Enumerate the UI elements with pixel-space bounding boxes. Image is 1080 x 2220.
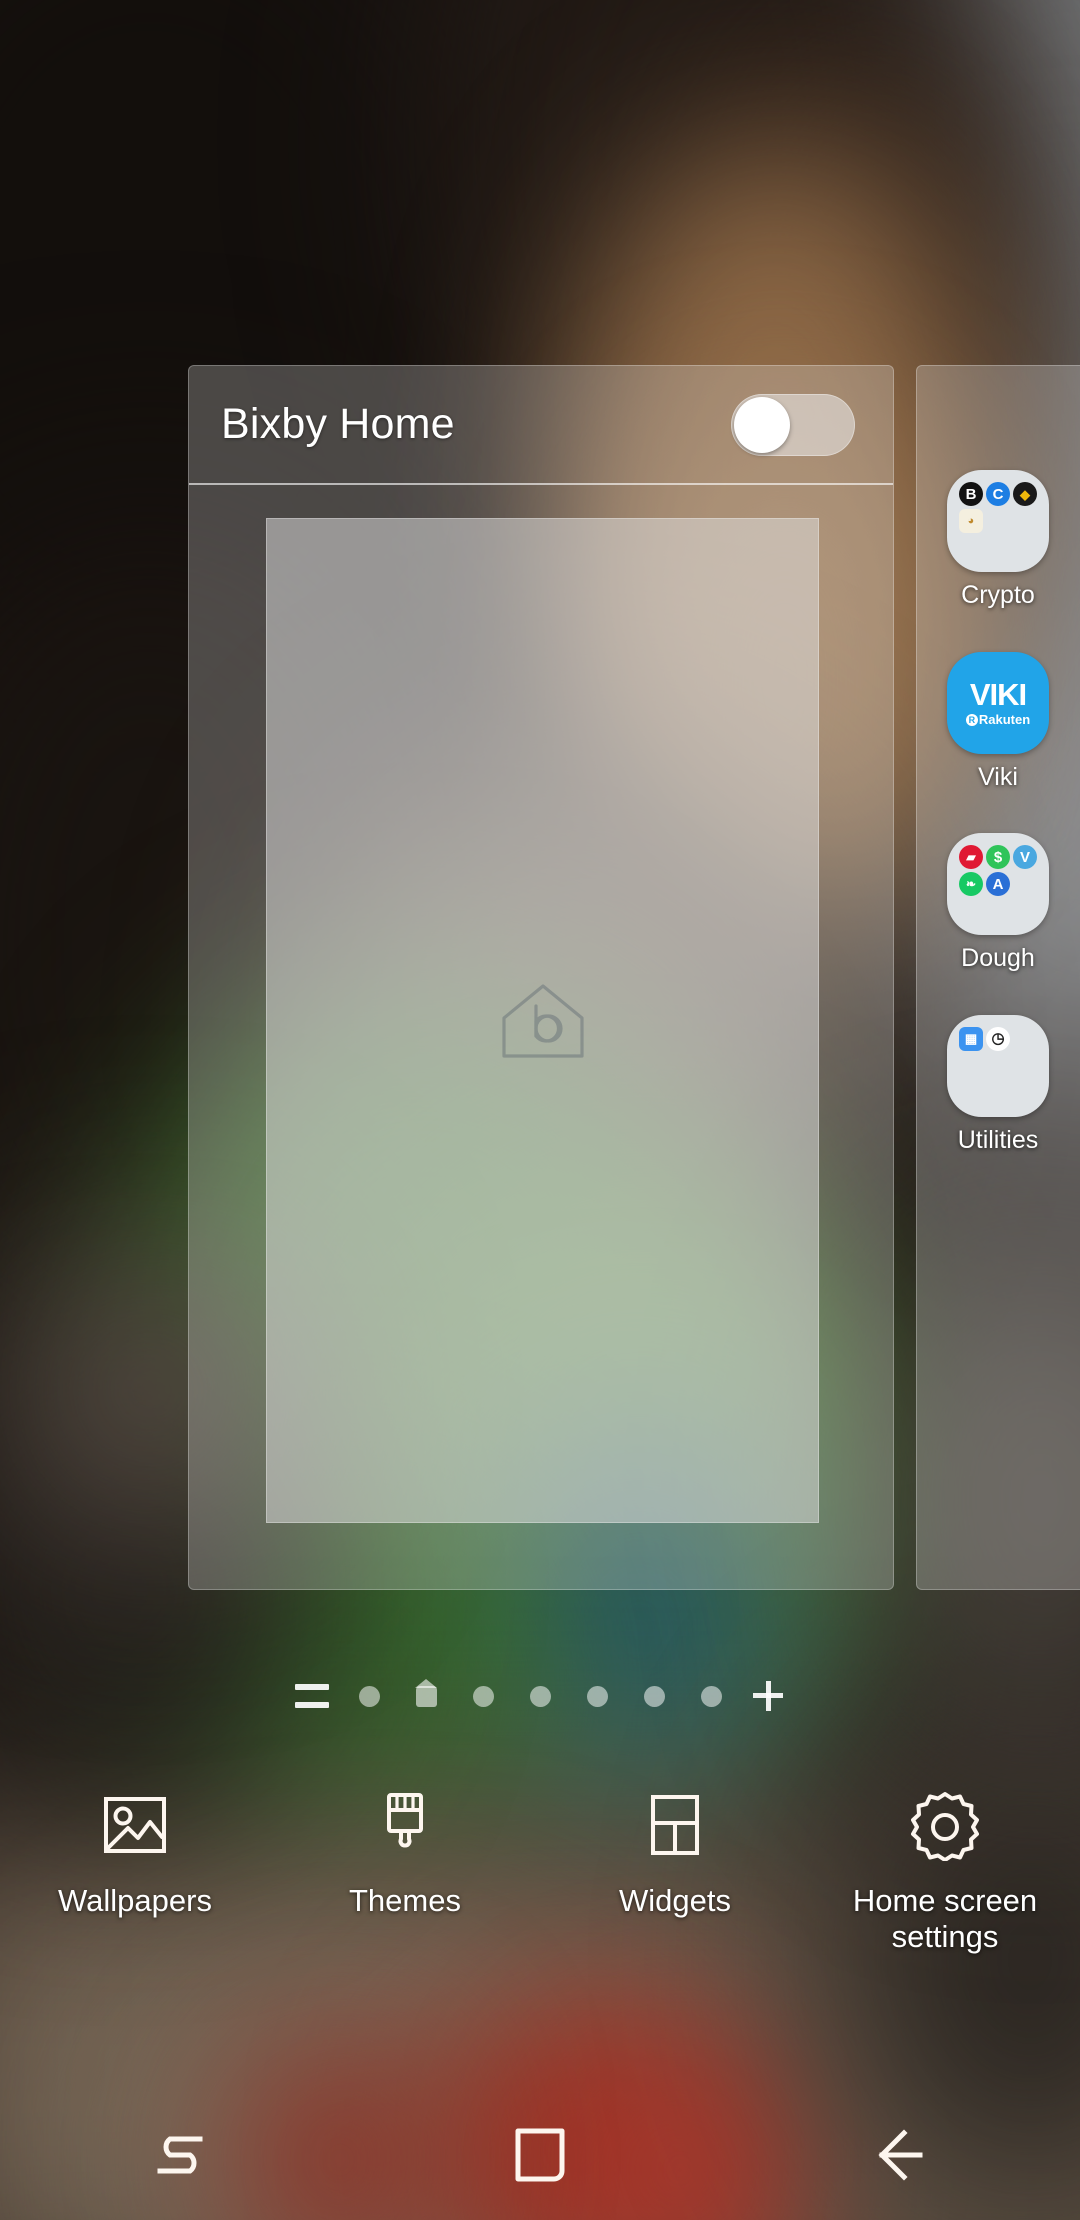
bixby-home-toggle[interactable] (731, 393, 855, 456)
viki-submark: R Rakuten (965, 712, 1031, 727)
gear-icon (909, 1789, 981, 1861)
toggle-knob (734, 396, 790, 453)
home-button[interactable] (360, 2090, 720, 2220)
viki-icon[interactable]: VIKI R Rakuten (947, 651, 1049, 754)
app-item-dough[interactable]: ▰ $ V ❧ A Dough (916, 833, 1080, 973)
blockfolio-icon: B (959, 482, 983, 506)
page-dot-3[interactable] (455, 1672, 512, 1720)
clock-icon: ◷ (986, 1026, 1010, 1051)
image-icon (99, 1789, 171, 1861)
page-dot-5[interactable] (569, 1672, 626, 1720)
back-arrow-icon (878, 2129, 923, 2181)
themes-label: Themes (349, 1883, 461, 1918)
widgets-grid-icon (639, 1789, 711, 1861)
recents-button[interactable] (0, 2090, 360, 2220)
add-page-button[interactable] (740, 1672, 797, 1720)
app-label-utilities: Utilities (957, 1125, 1039, 1154)
bixby-home-preview-card[interactable] (266, 518, 819, 1523)
app-label-crypto: Crypto (961, 581, 1035, 609)
bank-of-america-icon: ▰ (959, 845, 983, 869)
home-edit-toolbar: Wallpapers Themes Widgets Home screen se… (0, 1785, 1080, 2000)
page-dot-1[interactable] (341, 1672, 398, 1720)
cash-app-icon: $ (986, 845, 1010, 869)
folder-utilities-icon[interactable]: ▦ ◷ (947, 1014, 1049, 1117)
viki-wordmark: VIKI (969, 677, 1027, 712)
home-screen-app-column: B C ◆ ◕ Crypto VIKI R Rakuten Viki ▰ $ V… (916, 470, 1080, 1196)
home-screen-settings-label: Home screen settings (852, 1883, 1038, 1954)
wallpapers-label: Wallpapers (58, 1883, 212, 1918)
folder-crypto-icon[interactable]: B C ◆ ◕ (947, 470, 1049, 572)
bixby-page-indicator[interactable] (284, 1672, 341, 1720)
home-square-icon (515, 2128, 565, 2182)
page-dot-6[interactable] (626, 1672, 683, 1720)
venmo-icon: V (1013, 845, 1037, 869)
folder-dough-icon[interactable]: ▰ $ V ❧ A (947, 833, 1049, 935)
page-indicator-row (0, 1672, 1080, 1720)
calculator-icon: ▦ (959, 1026, 983, 1051)
app-item-crypto[interactable]: B C ◆ ◕ Crypto (916, 470, 1080, 610)
app-label-dough: Dough (961, 944, 1035, 972)
page-dot-home[interactable] (398, 1672, 455, 1720)
bixby-home-title: Bixby Home (221, 400, 455, 448)
acorns-icon: A (986, 872, 1010, 896)
widgets-label: Widgets (619, 1883, 731, 1918)
paintbrush-icon (369, 1789, 441, 1861)
app-label-viki: Viki (978, 762, 1018, 791)
bixby-home-placeholder-icon (501, 983, 584, 1058)
home-screen-settings-button[interactable]: Home screen settings (810, 1785, 1080, 2000)
crypto-app-icon: ◕ (959, 509, 983, 533)
bixby-home-panel[interactable]: Bixby Home (188, 365, 894, 1590)
robinhood-icon: ❧ (959, 872, 983, 896)
back-button[interactable] (720, 2090, 1080, 2220)
coinbase-icon: C (986, 482, 1010, 506)
viki-r-badge: R (965, 713, 978, 726)
bixby-home-header: Bixby Home (189, 366, 893, 485)
wallpapers-button[interactable]: Wallpapers (0, 1785, 270, 2000)
app-item-utilities[interactable]: ▦ ◷ Utilities (916, 1014, 1080, 1155)
viki-rakuten-text: Rakuten (978, 712, 1031, 727)
binance-icon: ◆ (1013, 482, 1037, 506)
system-navigation-bar (0, 2090, 1080, 2220)
page-dot-4[interactable] (512, 1672, 569, 1720)
app-item-viki[interactable]: VIKI R Rakuten Viki (916, 651, 1080, 792)
widgets-button[interactable]: Widgets (540, 1785, 810, 2000)
recents-icon (157, 2136, 203, 2174)
themes-button[interactable]: Themes (270, 1785, 540, 2000)
page-dot-7[interactable] (683, 1672, 740, 1720)
